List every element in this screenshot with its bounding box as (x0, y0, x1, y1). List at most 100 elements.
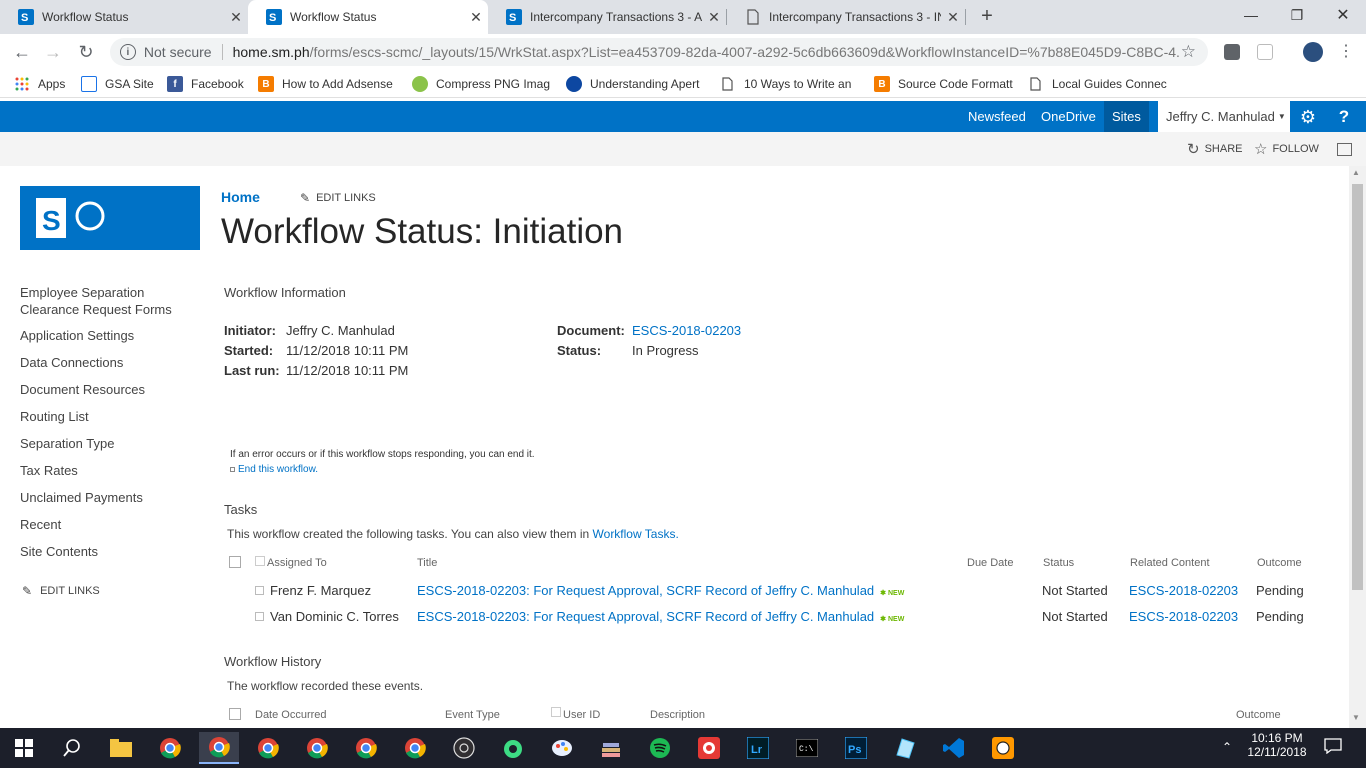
site-logo[interactable]: S (20, 186, 200, 250)
leftnav-item-tax-rates[interactable]: Tax Rates (20, 463, 78, 478)
clock[interactable]: 10:16 PM 12/11/2018 (1246, 731, 1308, 759)
gear-icon[interactable]: ⚙ (1298, 107, 1318, 127)
paint-icon[interactable] (542, 732, 582, 764)
notifications-icon[interactable] (1324, 738, 1342, 757)
bookmark-local-guides[interactable]: Local Guides Connec (1028, 74, 1170, 94)
home-link[interactable]: Home (221, 189, 260, 205)
close-tab-icon[interactable]: ✕ (941, 9, 965, 26)
browser-tab-2[interactable]: S Workflow Status ✕ (248, 0, 488, 34)
column-status[interactable]: Status (1043, 557, 1074, 569)
search-icon[interactable] (52, 732, 92, 764)
star-icon[interactable]: ☆ (1181, 42, 1196, 62)
bookmark-facebook[interactable]: f Facebook (167, 74, 247, 94)
chrome-profile-icon-5[interactable] (395, 732, 435, 764)
forward-icon[interactable]: → (40, 40, 66, 64)
column-history-outcome[interactable]: Outcome (1236, 709, 1281, 721)
leftnav-item-routing-list[interactable]: Routing List (20, 409, 89, 424)
task-related-content-link[interactable]: ESCS-2018-02203 (1129, 583, 1238, 598)
select-all-history-checkbox[interactable] (229, 708, 241, 720)
vlc-player-icon[interactable] (983, 732, 1023, 764)
bookmark-compress-png[interactable]: Compress PNG Imag (412, 74, 552, 94)
back-icon[interactable]: ← (9, 40, 35, 64)
extension-icon[interactable] (1224, 44, 1240, 60)
edit-links-top[interactable]: ✎ EDIT LINKS (300, 191, 376, 205)
edit-links-left[interactable]: ✎ EDIT LINKS (22, 584, 100, 598)
bookmark-source-code[interactable]: B Source Code Formatt (874, 74, 1014, 94)
task-related-content-link[interactable]: ESCS-2018-02203 (1129, 609, 1238, 624)
leftnav-item-data-connections[interactable]: Data Connections (20, 355, 123, 370)
suite-link-newsfeed[interactable]: Newsfeed (968, 101, 1026, 132)
terminal-icon[interactable]: C:\ (787, 732, 827, 764)
browser-tab-3[interactable]: S Intercompany Transactions 3 - Al ✕ (488, 0, 726, 34)
scroll-down-icon[interactable]: ▼ (1352, 713, 1360, 722)
close-window-icon[interactable]: ✕ (1320, 0, 1366, 30)
books-icon[interactable] (591, 732, 631, 764)
spotify-icon[interactable] (640, 732, 680, 764)
menu-kebab-icon[interactable]: ⋮ (1338, 40, 1354, 64)
workflow-tasks-link[interactable]: Workflow Tasks. (593, 527, 679, 541)
column-related-content[interactable]: Related Content (1130, 557, 1210, 569)
column-title[interactable]: Title (417, 557, 437, 569)
extension-icon-2[interactable] (1257, 44, 1273, 60)
browser-tab-1[interactable]: S Workflow Status ✕ (0, 0, 248, 34)
column-due-date[interactable]: Due Date (967, 557, 1013, 569)
column-checkbox[interactable] (551, 707, 561, 717)
maximize-icon[interactable]: ❐ (1274, 0, 1320, 30)
photoshop-icon[interactable]: Ps (836, 732, 876, 764)
row-checkbox[interactable] (255, 612, 264, 621)
column-checkbox[interactable] (255, 556, 265, 566)
scrollbar-thumb[interactable] (1352, 184, 1363, 590)
column-date-occurred[interactable]: Date Occurred (255, 709, 327, 721)
column-user-id[interactable]: User ID (563, 709, 600, 721)
profile-avatar[interactable] (1303, 42, 1323, 62)
chevron-up-icon[interactable]: ⌃ (1222, 740, 1232, 754)
follow-button[interactable]: ☆ FOLLOW (1254, 140, 1319, 158)
scroll-up-icon[interactable]: ▲ (1352, 168, 1360, 177)
select-all-tasks-checkbox[interactable] (229, 556, 241, 568)
leftnav-item-site-contents[interactable]: Site Contents (20, 544, 98, 559)
document-link[interactable]: ESCS-2018-02203 (632, 323, 741, 338)
help-icon[interactable]: ? (1334, 107, 1354, 127)
column-event-type[interactable]: Event Type (445, 709, 500, 721)
column-description[interactable]: Description (650, 709, 705, 721)
row-checkbox[interactable] (255, 586, 264, 595)
focus-content-icon[interactable] (1337, 143, 1352, 156)
close-tab-icon[interactable]: ✕ (702, 9, 726, 26)
leftnav-item-recent[interactable]: Recent (20, 517, 61, 532)
chrome-profile-icon-active[interactable] (199, 732, 239, 764)
chrome-profile-icon-3[interactable] (297, 732, 337, 764)
close-tab-icon[interactable]: ✕ (464, 9, 488, 26)
share-button[interactable]: ↻ SHARE (1187, 140, 1242, 158)
leftnav-item-document-resources[interactable]: Document Resources (20, 382, 145, 397)
leftnav-item-employee-separation[interactable]: Employee Separation Clearance Request Fo… (20, 284, 180, 318)
obs-icon[interactable] (444, 732, 484, 764)
column-outcome[interactable]: Outcome (1257, 557, 1302, 569)
bookmark-apps[interactable]: Apps (14, 74, 74, 94)
bookmark-adsense[interactable]: B How to Add Adsense (258, 74, 395, 94)
chrome-profile-icon-2[interactable] (248, 732, 288, 764)
bookmark-aperture[interactable]: Understanding Apert (566, 74, 706, 94)
suite-link-onedrive[interactable]: OneDrive (1041, 101, 1096, 132)
address-bar[interactable]: i Not secure home.sm.ph /forms/escs-scmc… (110, 38, 1208, 66)
info-icon[interactable]: i (120, 44, 136, 60)
suite-link-sites[interactable]: Sites (1104, 101, 1149, 132)
leftnav-item-separation-type[interactable]: Separation Type (20, 436, 114, 451)
close-tab-icon[interactable]: ✕ (224, 9, 248, 26)
end-workflow-link[interactable]: End this workflow. (238, 464, 318, 475)
file-explorer-icon[interactable] (101, 732, 141, 764)
media-player-icon[interactable] (689, 732, 729, 764)
windows-start-icon[interactable] (4, 732, 44, 764)
leftnav-item-unclaimed-payments[interactable]: Unclaimed Payments (20, 490, 143, 505)
browser-tab-4[interactable]: Intercompany Transactions 3 - IN ✕ (727, 0, 965, 34)
notes-icon[interactable] (885, 732, 925, 764)
task-title-link[interactable]: ESCS-2018-02203: For Request Approval, S… (417, 583, 904, 598)
vscode-icon[interactable] (934, 732, 974, 764)
chrome-icon[interactable] (150, 732, 190, 764)
leftnav-item-application-settings[interactable]: Application Settings (20, 328, 134, 343)
column-assigned-to[interactable]: Assigned To (267, 557, 327, 569)
minimize-icon[interactable]: — (1228, 0, 1274, 30)
lightroom-icon[interactable]: Lr (738, 732, 778, 764)
bookmark-10-ways[interactable]: 10 Ways to Write an (720, 74, 858, 94)
bookmark-gsa-site[interactable]: GSA Site (81, 74, 157, 94)
new-tab-button[interactable]: + (975, 4, 999, 28)
